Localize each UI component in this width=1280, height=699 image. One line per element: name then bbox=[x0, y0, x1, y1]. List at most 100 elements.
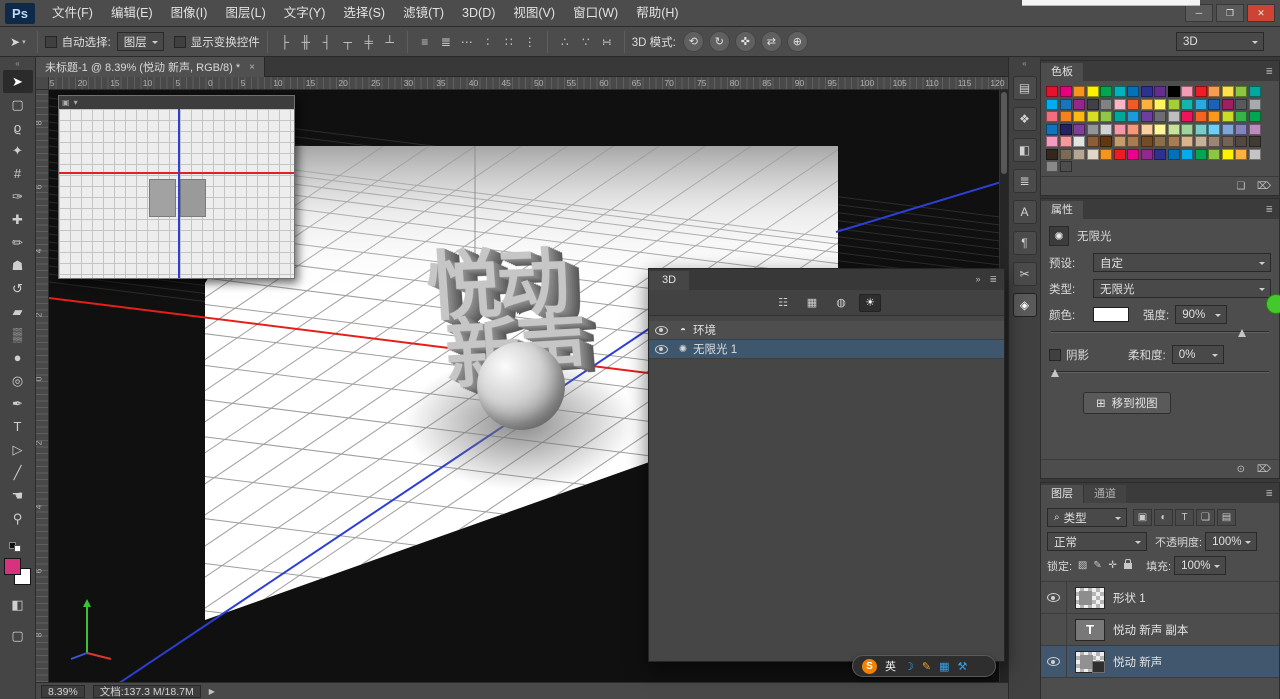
filter-adjustment-layers-icon[interactable]: ◐ bbox=[1154, 509, 1173, 526]
fill-field[interactable]: 100% bbox=[1174, 556, 1227, 575]
foreground-color-swatch[interactable] bbox=[4, 558, 21, 575]
swatch-47[interactable] bbox=[1248, 111, 1261, 122]
swatch-34[interactable] bbox=[1073, 111, 1085, 122]
swatch-37[interactable] bbox=[1113, 111, 1126, 122]
swatch-26[interactable] bbox=[1181, 98, 1193, 110]
swatch-44[interactable] bbox=[1208, 111, 1220, 122]
swatch-31[interactable] bbox=[1248, 98, 1261, 110]
swatch-75[interactable] bbox=[1194, 136, 1207, 147]
swatch-16[interactable] bbox=[1046, 98, 1058, 110]
swatch-73[interactable] bbox=[1167, 136, 1180, 147]
blur-tool[interactable]: ● bbox=[3, 346, 33, 369]
panel-menu-icon[interactable]: ≣ bbox=[1265, 488, 1273, 499]
3d-zoom-camera-icon[interactable]: ⊕ bbox=[786, 31, 808, 52]
swatch-49[interactable] bbox=[1059, 123, 1072, 135]
swatch-50[interactable] bbox=[1073, 123, 1085, 135]
ime-logo-icon[interactable]: S bbox=[862, 658, 877, 674]
swatch-10[interactable] bbox=[1181, 86, 1193, 97]
swatch-29[interactable] bbox=[1221, 98, 1234, 110]
swatch-9[interactable] bbox=[1167, 86, 1180, 97]
delete-swatch-icon[interactable]: ⌦ bbox=[1257, 181, 1271, 192]
align-right-icon[interactable]: ┤ bbox=[317, 32, 337, 52]
menu-编辑[interactable]: 编辑(E) bbox=[102, 0, 162, 26]
align-middle-icon[interactable]: ╪ bbox=[359, 32, 379, 52]
swatch-53[interactable] bbox=[1113, 123, 1126, 135]
tool-preset-picker[interactable]: ➤ ▾ bbox=[6, 35, 30, 49]
quick-selection-tool[interactable]: ✦ bbox=[3, 139, 33, 162]
swatch-51[interactable] bbox=[1086, 123, 1099, 135]
distribute-left-icon[interactable]: ∶ bbox=[478, 32, 498, 52]
history-brush-tool[interactable]: ↺ bbox=[3, 277, 33, 300]
swatch-12[interactable] bbox=[1208, 86, 1220, 97]
swatch-33[interactable] bbox=[1059, 111, 1072, 122]
lock-image-pixels-icon[interactable]: ✎ bbox=[1090, 560, 1105, 571]
minimize-button[interactable]: ─ bbox=[1185, 4, 1213, 22]
swatch-28[interactable] bbox=[1208, 98, 1220, 110]
toolbar-collapse-icon[interactable]: « bbox=[15, 57, 19, 70]
show-transform-checkbox[interactable] bbox=[173, 35, 186, 48]
type-tool[interactable]: T bbox=[3, 415, 33, 438]
filter-smart-objects-icon[interactable]: ▤ bbox=[1217, 509, 1236, 526]
align-bottom-icon[interactable]: ┴ bbox=[380, 32, 400, 52]
align-center-h-icon[interactable]: ╫ bbox=[296, 32, 316, 52]
distribute-center-icon[interactable]: ∷ bbox=[499, 32, 519, 52]
opacity-field[interactable]: 100% bbox=[1205, 532, 1258, 551]
swatch-72[interactable] bbox=[1154, 136, 1166, 147]
swatch-91[interactable] bbox=[1194, 148, 1207, 160]
swatch-56[interactable] bbox=[1154, 123, 1166, 135]
layer-visibility-toggle[interactable] bbox=[1041, 646, 1067, 677]
adjustments-panel-icon[interactable]: ◧ bbox=[1012, 138, 1037, 162]
distribute-top-icon[interactable]: ≡ bbox=[415, 32, 435, 52]
swatch-36[interactable] bbox=[1100, 111, 1112, 122]
swatch-2[interactable] bbox=[1073, 86, 1085, 97]
3d-slide-camera-icon[interactable]: ⇄ bbox=[760, 31, 782, 52]
swatch-90[interactable] bbox=[1181, 148, 1193, 160]
gradient-tool[interactable]: ▒ bbox=[3, 323, 33, 346]
visibility-toggle[interactable] bbox=[649, 344, 673, 354]
align-left-icon[interactable]: ├ bbox=[275, 32, 295, 52]
swatch-78[interactable] bbox=[1235, 136, 1247, 147]
crop-tool[interactable]: # bbox=[3, 162, 33, 185]
swatch-77[interactable] bbox=[1221, 136, 1234, 147]
close-tab-icon[interactable]: × bbox=[249, 62, 255, 73]
swatch-22[interactable] bbox=[1127, 98, 1139, 110]
swatch-38[interactable] bbox=[1127, 111, 1139, 122]
lock-position-icon[interactable]: ✛ bbox=[1105, 560, 1120, 571]
swatch-81[interactable] bbox=[1059, 148, 1072, 160]
history-panel-icon[interactable]: ▤ bbox=[1012, 76, 1037, 100]
swatch-92[interactable] bbox=[1208, 148, 1220, 160]
swatch-59[interactable] bbox=[1194, 123, 1207, 135]
menu-图像[interactable]: 图像(I) bbox=[162, 0, 217, 26]
menu-选择[interactable]: 选择(S) bbox=[334, 0, 394, 26]
swatch-80[interactable] bbox=[1046, 148, 1058, 160]
swatch-0[interactable] bbox=[1046, 86, 1058, 97]
swatch-83[interactable] bbox=[1086, 148, 1099, 160]
dodge-tool[interactable]: ◎ bbox=[3, 369, 33, 392]
ime-toolbar[interactable]: S 英 ☽ ✎ ▦ ⚒ bbox=[852, 655, 996, 677]
swatch-39[interactable] bbox=[1140, 111, 1153, 122]
maximize-button[interactable]: ❐ bbox=[1216, 4, 1244, 22]
swatch-70[interactable] bbox=[1127, 136, 1139, 147]
path-selection-tool[interactable]: ▷ bbox=[3, 438, 33, 461]
distribute-middle-icon[interactable]: ≣ bbox=[436, 32, 456, 52]
ime-keyboard-icon[interactable]: ▦ bbox=[939, 660, 949, 673]
layer-thumbnail[interactable]: T bbox=[1075, 618, 1105, 641]
softness-slider[interactable] bbox=[1051, 367, 1269, 378]
horizontal-ruler[interactable]: 2520151050510152025303540455055606570758… bbox=[49, 77, 1008, 90]
clone-source-panel-icon[interactable]: ✂ bbox=[1012, 262, 1037, 286]
softness-value-field[interactable]: 0% bbox=[1171, 345, 1224, 364]
swatch-71[interactable] bbox=[1140, 136, 1153, 147]
swatch-23[interactable] bbox=[1140, 98, 1153, 110]
swatch-27[interactable] bbox=[1194, 98, 1207, 110]
swatch-57[interactable] bbox=[1167, 123, 1180, 135]
distribute-v-space-icon[interactable]: ∵ bbox=[576, 32, 596, 52]
swatch-24[interactable] bbox=[1154, 98, 1166, 110]
secondary-view-titlebar[interactable]: ▣ ▾ bbox=[59, 96, 294, 109]
menu-3D[interactable]: 3D(D) bbox=[453, 0, 504, 26]
swatch-18[interactable] bbox=[1073, 98, 1085, 110]
eraser-tool[interactable]: ▰ bbox=[3, 300, 33, 323]
mini-view-swap-icon[interactable]: ▣ bbox=[62, 96, 70, 109]
menu-文件[interactable]: 文件(F) bbox=[43, 0, 102, 26]
preset-dropdown[interactable]: 自定 bbox=[1093, 253, 1271, 272]
slider-thumb[interactable] bbox=[1238, 329, 1247, 337]
